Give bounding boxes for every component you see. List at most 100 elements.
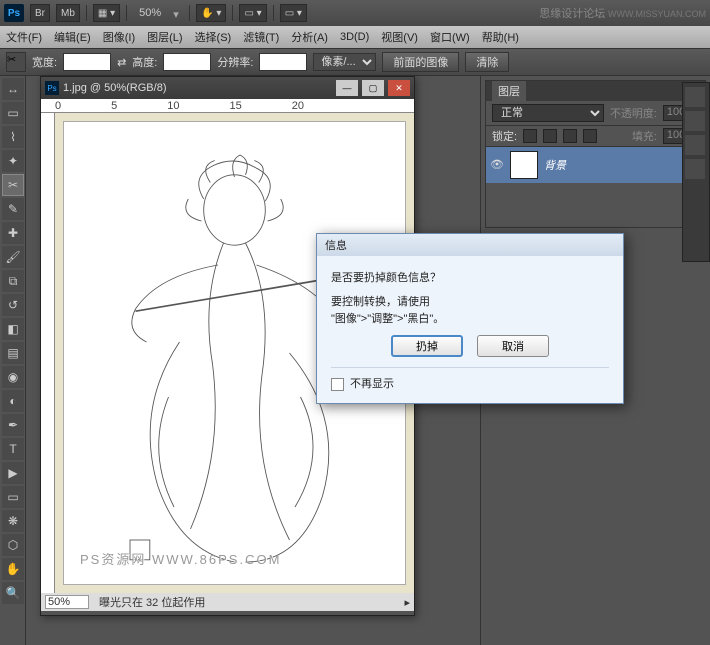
zoom-tool[interactable]: 🔍 xyxy=(2,582,24,604)
menu-file[interactable]: 文件(F) xyxy=(6,29,42,45)
status-chevron-icon[interactable]: ▸ xyxy=(404,596,410,609)
history-brush-tool[interactable]: ↺ xyxy=(2,294,24,316)
3d-tool[interactable]: ❋ xyxy=(2,510,24,532)
path-select-tool[interactable]: ▶ xyxy=(2,462,24,484)
menu-image[interactable]: 图像(I) xyxy=(103,29,135,45)
menu-window[interactable]: 窗口(W) xyxy=(430,29,470,45)
blend-mode-select[interactable]: 正常 xyxy=(492,104,604,122)
ps-doc-icon: Ps xyxy=(45,81,59,95)
swap-icon[interactable]: ⇄ xyxy=(117,56,126,69)
hand-tool-button[interactable]: ✋ ▾ xyxy=(196,4,226,22)
view-extras-button[interactable]: ▦ ▾ xyxy=(93,4,120,22)
dodge-tool[interactable]: ◐ xyxy=(2,390,24,412)
dialog-buttons: 扔掉 取消 xyxy=(331,329,609,367)
brush-tool[interactable]: 🖌 xyxy=(2,246,24,268)
separator xyxy=(273,5,274,21)
3d-camera-tool[interactable]: ⬡ xyxy=(2,534,24,556)
hand-tool[interactable]: ✋ xyxy=(2,558,24,580)
separator xyxy=(126,5,127,21)
dialog-message-1: 是否要扔掉颜色信息？ xyxy=(331,270,609,294)
lock-all-icon[interactable] xyxy=(583,129,597,143)
stamp-tool[interactable]: ⧉ xyxy=(2,270,24,292)
dont-show-checkbox[interactable] xyxy=(331,378,344,391)
watermark-url: WWW.MISSYUAN.COM xyxy=(608,9,706,19)
lock-label: 锁定: xyxy=(492,128,517,144)
fill-label: 填充: xyxy=(632,128,657,144)
chevron-down-icon[interactable]: ▾ xyxy=(173,8,183,18)
zoom-level[interactable]: 50% xyxy=(133,7,167,19)
strip-icon[interactable] xyxy=(685,111,705,131)
zoom-field[interactable]: 50% xyxy=(45,595,89,609)
marquee-tool[interactable]: ▭ xyxy=(2,102,24,124)
height-input[interactable] xyxy=(163,53,211,71)
lock-position-icon[interactable] xyxy=(563,129,577,143)
opacity-label: 不透明度: xyxy=(610,105,657,121)
gradient-tool[interactable]: ▤ xyxy=(2,342,24,364)
artwork-watermark: PS资源网 WWW.86PS.COM xyxy=(80,549,281,568)
close-button[interactable]: ✕ xyxy=(388,80,410,96)
visibility-eye-icon[interactable]: 👁 xyxy=(490,158,504,172)
menu-analysis[interactable]: 分析(A) xyxy=(291,29,328,45)
maximize-button[interactable]: ▢ xyxy=(362,80,384,96)
tab-layers[interactable]: 图层 xyxy=(492,81,526,101)
layer-name[interactable]: 背景 xyxy=(544,157,681,173)
front-image-button[interactable]: 前面的图像 xyxy=(382,52,459,72)
minibridge-button[interactable]: Mb xyxy=(56,4,80,22)
application-bar: Ps Br Mb ▦ ▾ 50% ▾ ✋ ▾ ▭ ▾ ▭ ▾ 思缘设计论坛 WW… xyxy=(0,0,710,26)
menu-filter[interactable]: 滤镜(T) xyxy=(243,29,279,45)
layer-row-background[interactable]: 👁 背景 🔒 xyxy=(486,147,705,183)
pen-tool[interactable]: ✒ xyxy=(2,414,24,436)
dialog-message-2: 要控制转换，请使用 xyxy=(331,294,609,312)
screen-mode-button[interactable]: ▭ ▾ xyxy=(280,4,307,22)
wand-tool[interactable]: ✦ xyxy=(2,150,24,172)
eraser-tool[interactable]: ◧ xyxy=(2,318,24,340)
strip-icon[interactable] xyxy=(685,159,705,179)
width-input[interactable] xyxy=(63,53,111,71)
type-tool[interactable]: T xyxy=(2,438,24,460)
dont-show-row: 不再显示 xyxy=(331,367,609,394)
ruler-tick: 0 xyxy=(55,100,61,112)
panel-tabs: 图层 xyxy=(486,81,705,101)
menu-help[interactable]: 帮助(H) xyxy=(482,29,519,45)
menu-select[interactable]: 选择(S) xyxy=(195,29,232,45)
tools-panel: ↔ ▭ ⌇ ✦ ✂ ✎ ✚ 🖌 ⧉ ↺ ◧ ▤ ◉ ◐ ✒ T ▶ ▭ ❋ ⬡ … xyxy=(0,76,26,645)
bridge-button[interactable]: Br xyxy=(30,4,50,22)
menu-3d[interactable]: 3D(D) xyxy=(340,31,369,43)
document-titlebar[interactable]: Ps 1.jpg @ 50%(RGB/8) — ▢ ✕ xyxy=(41,77,414,99)
unit-select[interactable]: 像素/... xyxy=(313,53,376,71)
lasso-tool[interactable]: ⌇ xyxy=(2,126,24,148)
strip-icon[interactable] xyxy=(685,135,705,155)
crop-tool-icon[interactable]: ✂ xyxy=(6,52,26,72)
crop-tool[interactable]: ✂ xyxy=(2,174,24,196)
lock-pixels-icon[interactable] xyxy=(543,129,557,143)
width-label: 宽度: xyxy=(32,54,57,70)
dont-show-label: 不再显示 xyxy=(350,376,394,394)
resolution-input[interactable] xyxy=(259,53,307,71)
lock-transparency-icon[interactable] xyxy=(523,129,537,143)
discard-button[interactable]: 扔掉 xyxy=(391,335,463,357)
eyedropper-tool[interactable]: ✎ xyxy=(2,198,24,220)
layer-thumbnail[interactable] xyxy=(510,151,538,179)
minimize-button[interactable]: — xyxy=(336,80,358,96)
separator xyxy=(189,5,190,21)
menu-view[interactable]: 视图(V) xyxy=(381,29,418,45)
clear-button[interactable]: 清除 xyxy=(465,52,509,72)
move-tool[interactable]: ↔ xyxy=(2,78,24,100)
menu-layer[interactable]: 图层(L) xyxy=(147,29,182,45)
menu-edit[interactable]: 编辑(E) xyxy=(54,29,91,45)
blur-tool[interactable]: ◉ xyxy=(2,366,24,388)
strip-icon[interactable] xyxy=(685,87,705,107)
ruler-horizontal: 0 5 10 15 20 xyxy=(41,99,414,113)
shape-tool[interactable]: ▭ xyxy=(2,486,24,508)
separator xyxy=(86,5,87,21)
ps-logo-icon: Ps xyxy=(4,4,24,22)
collapsed-panel-strip[interactable] xyxy=(682,82,710,262)
dialog-titlebar[interactable]: 信息 xyxy=(317,234,623,256)
document-statusbar: 50% 曝光只在 32 位起作用 ▸ xyxy=(41,593,414,611)
resolution-label: 分辨率: xyxy=(217,54,253,70)
heal-tool[interactable]: ✚ xyxy=(2,222,24,244)
watermark-label: 思缘设计论坛 xyxy=(539,8,605,20)
status-text: 曝光只在 32 位起作用 xyxy=(99,594,205,610)
arrange-button[interactable]: ▭ ▾ xyxy=(239,4,266,22)
cancel-button[interactable]: 取消 xyxy=(477,335,549,357)
